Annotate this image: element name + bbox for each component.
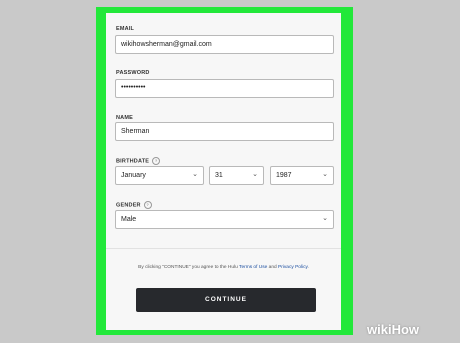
- terms-suffix: .: [307, 265, 309, 270]
- terms-text: By clicking "CONTINUE" you agree to the …: [106, 265, 341, 270]
- password-label: PASSWORD: [116, 70, 150, 76]
- birthdate-label: BIRTHDATE?: [116, 157, 161, 165]
- privacy-policy-link[interactable]: Privacy Policy: [278, 265, 308, 270]
- name-label: NAME: [116, 115, 133, 121]
- password-field[interactable]: ••••••••••: [115, 79, 334, 98]
- continue-button[interactable]: CONTINUE: [136, 288, 316, 312]
- birth-day-select[interactable]: 31 ⌄: [209, 166, 264, 185]
- terms-prefix: By clicking "CONTINUE" you agree to the …: [138, 265, 238, 270]
- chevron-down-icon: ⌄: [192, 171, 198, 178]
- birth-year-value: 1987: [276, 172, 292, 179]
- help-icon[interactable]: ?: [143, 201, 152, 209]
- chevron-down-icon: ⌄: [322, 171, 328, 178]
- divider: [106, 248, 341, 249]
- help-icon[interactable]: ?: [152, 157, 161, 165]
- birth-year-select[interactable]: 1987 ⌄: [270, 166, 334, 185]
- chevron-down-icon: ⌄: [252, 171, 258, 178]
- watermark-wiki: wiki: [367, 322, 392, 337]
- gender-value: Male: [121, 216, 137, 223]
- email-value: wikihowsherman@gmail.com: [121, 41, 212, 48]
- chevron-down-icon: ⌄: [322, 215, 328, 222]
- birth-month-select[interactable]: January ⌄: [115, 166, 204, 185]
- email-label: EMAIL: [116, 26, 135, 32]
- gender-label: GENDER?: [116, 201, 152, 209]
- name-value: Sherman: [121, 128, 150, 135]
- password-value: ••••••••••: [121, 84, 146, 91]
- wikihow-watermark: wikiHow: [367, 322, 419, 337]
- birthdate-label-text: BIRTHDATE: [116, 158, 150, 165]
- name-field[interactable]: Sherman: [115, 122, 334, 141]
- birth-month-value: January: [121, 172, 146, 179]
- terms-of-use-link[interactable]: Terms of Use: [239, 265, 267, 270]
- watermark-how: How: [391, 322, 420, 337]
- birth-day-value: 31: [215, 172, 223, 179]
- gender-select[interactable]: Male ⌄: [115, 210, 334, 229]
- gender-label-text: GENDER: [116, 202, 141, 209]
- email-field[interactable]: wikihowsherman@gmail.com: [115, 35, 334, 54]
- terms-and: and: [268, 265, 277, 270]
